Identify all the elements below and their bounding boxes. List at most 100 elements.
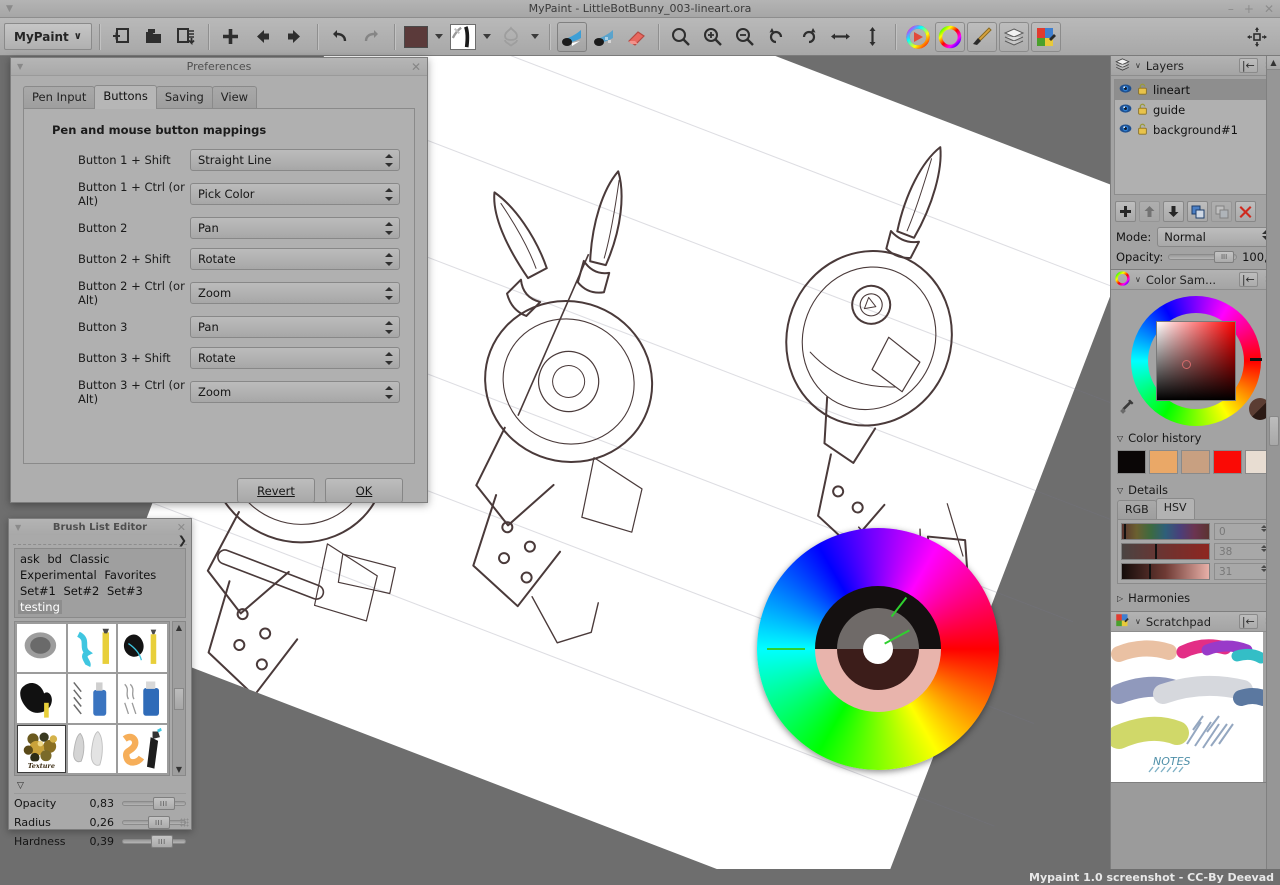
- tab-rgb[interactable]: RGB: [1117, 500, 1157, 519]
- brush-group-ask[interactable]: ask: [18, 552, 42, 566]
- color-dropdown-caret-icon[interactable]: [432, 23, 446, 51]
- paint-tool-icon[interactable]: [557, 22, 587, 52]
- blue-marker-brush[interactable]: [118, 674, 167, 722]
- eraser-mode-icon[interactable]: [589, 22, 619, 52]
- saturation-knob[interactable]: [1155, 544, 1157, 559]
- new-from-clipboard-icon[interactable]: [107, 22, 137, 52]
- layer-row-lineart[interactable]: lineart: [1115, 80, 1276, 100]
- mapping-combo-button2[interactable]: Pan: [190, 217, 400, 239]
- save-file-icon[interactable]: [171, 22, 201, 52]
- color-swatch[interactable]: [402, 22, 430, 52]
- spinner-icon[interactable]: [383, 152, 394, 169]
- color-wheel-icon[interactable]: [935, 22, 965, 52]
- lock-icon[interactable]: [1137, 123, 1148, 138]
- spinner-icon[interactable]: [383, 350, 394, 367]
- eye-icon[interactable]: [1119, 103, 1132, 117]
- close-button[interactable]: ✕: [1264, 3, 1274, 15]
- dialog-menu-caret-icon[interactable]: ▼: [17, 62, 23, 71]
- soft-blur-brush[interactable]: [17, 624, 66, 672]
- blend-mode-icon[interactable]: [496, 22, 526, 52]
- mapping-combo-button1-shift[interactable]: Straight Line: [190, 149, 400, 171]
- mapping-combo-button2-shift[interactable]: Rotate: [190, 248, 400, 270]
- window-menu-caret-icon[interactable]: ▼: [6, 4, 13, 14]
- lock-icon[interactable]: [1137, 83, 1148, 98]
- add-layer-icon[interactable]: [216, 22, 246, 52]
- brush-group-experimental[interactable]: Experimental: [18, 568, 99, 582]
- value-spinbox[interactable]: 31: [1214, 563, 1270, 580]
- history-swatch-2[interactable]: [1149, 450, 1178, 474]
- scroll-up-icon[interactable]: ▲: [176, 623, 182, 632]
- spinner-icon[interactable]: [383, 186, 394, 203]
- resize-grip-icon[interactable]: [1242, 22, 1272, 52]
- merge-layer-button[interactable]: [1211, 201, 1232, 222]
- ok-button[interactable]: OK: [325, 478, 403, 503]
- color-wheel-popup[interactable]: [757, 528, 999, 770]
- revert-button[interactable]: Revert: [237, 478, 315, 503]
- hue-wheel[interactable]: [1131, 296, 1261, 426]
- add-layer-button[interactable]: [1115, 201, 1136, 222]
- harmonies-header[interactable]: ▷ Harmonies: [1111, 588, 1280, 611]
- history-swatch-3[interactable]: [1181, 450, 1210, 474]
- layer-opacity-slider[interactable]: III: [1168, 254, 1237, 260]
- brush-group-set2[interactable]: Set#2: [62, 584, 102, 598]
- preferences-dialog[interactable]: ▼ Preferences ✕ Pen Input Buttons Saving…: [10, 57, 428, 503]
- brush-dropdown-caret-icon[interactable]: [480, 23, 494, 51]
- value-bar[interactable]: [1121, 563, 1210, 580]
- brush-editor-resize-grip[interactable]: [180, 818, 189, 827]
- brush-list-icon[interactable]: [967, 22, 997, 52]
- orange-smudge-brush[interactable]: [118, 725, 167, 773]
- hue-knob[interactable]: [1124, 524, 1126, 539]
- undo-icon[interactable]: [325, 22, 355, 52]
- color-panel-collapse-caret-icon[interactable]: ∨: [1135, 275, 1141, 284]
- radius-slider[interactable]: III: [122, 820, 186, 825]
- mirror-horizontal-icon[interactable]: [826, 22, 856, 52]
- black-blob-brush[interactable]: [17, 674, 66, 722]
- expand-arrow-icon[interactable]: ❯: [178, 534, 187, 547]
- tab-buttons[interactable]: Buttons: [94, 85, 157, 109]
- eraser-icon[interactable]: [621, 22, 651, 52]
- zoom-in-icon[interactable]: [698, 22, 728, 52]
- brush-group-favorites[interactable]: Favorites: [102, 568, 158, 582]
- move-layer-up-button[interactable]: [1139, 201, 1160, 222]
- scroll-down-icon[interactable]: ▼: [176, 765, 182, 774]
- brush-group-classic[interactable]: Classic: [68, 552, 112, 566]
- blend-dropdown-caret-icon[interactable]: [528, 23, 542, 51]
- layer-list[interactable]: lineart guide background#1: [1114, 79, 1277, 195]
- mapping-combo-button3-ctrl[interactable]: Zoom: [190, 381, 400, 403]
- preferences-close-button[interactable]: ✕: [411, 60, 421, 74]
- scrollbar-thumb[interactable]: [1269, 416, 1279, 446]
- spinner-icon[interactable]: [383, 220, 394, 237]
- layer-row-guide[interactable]: guide: [1115, 100, 1276, 120]
- mirror-vertical-icon[interactable]: [858, 22, 888, 52]
- brush-editor-menu-caret-icon[interactable]: ▼: [15, 523, 21, 532]
- slider-thumb[interactable]: III: [148, 816, 170, 829]
- brush-grid-scrollbar[interactable]: ▲ ▼: [172, 621, 186, 776]
- opacity-slider[interactable]: III: [122, 801, 186, 806]
- brush-editor-drag-handle[interactable]: ❯: [13, 535, 187, 545]
- scratchpad-pin-button[interactable]: |←: [1239, 614, 1258, 629]
- value-knob[interactable]: [1149, 564, 1151, 579]
- scratchpad-collapse-caret-icon[interactable]: ∨: [1135, 617, 1141, 626]
- spinner-icon[interactable]: [383, 251, 394, 268]
- layer-row-background[interactable]: background#1: [1115, 120, 1276, 140]
- eyedropper-icon[interactable]: [1119, 398, 1135, 418]
- layers-panel-collapse-caret-icon[interactable]: ∨: [1135, 61, 1141, 70]
- brush-group-testing[interactable]: testing: [18, 600, 62, 614]
- mapping-combo-button3[interactable]: Pan: [190, 316, 400, 338]
- hardness-slider[interactable]: III: [122, 839, 186, 844]
- history-swatch-4[interactable]: [1213, 450, 1242, 474]
- slider-thumb[interactable]: III: [153, 797, 175, 810]
- mapping-combo-button1-ctrl[interactable]: Pick Color: [190, 183, 400, 205]
- color-history-header[interactable]: ▽ Color history: [1111, 428, 1280, 448]
- brush-group-set3[interactable]: Set#3: [105, 584, 145, 598]
- saturation-value-square[interactable]: [1156, 321, 1236, 401]
- open-file-icon[interactable]: [139, 22, 169, 52]
- spinner-icon[interactable]: [383, 384, 394, 401]
- lock-icon[interactable]: [1137, 103, 1148, 118]
- maximize-button[interactable]: +: [1244, 3, 1254, 15]
- brush-settings-collapse-toggle[interactable]: ▽: [17, 781, 191, 791]
- scrollbar-thumb[interactable]: [174, 688, 184, 710]
- zoom-out-icon[interactable]: [730, 22, 760, 52]
- zoom-icon[interactable]: [666, 22, 696, 52]
- eye-icon[interactable]: [1119, 83, 1132, 97]
